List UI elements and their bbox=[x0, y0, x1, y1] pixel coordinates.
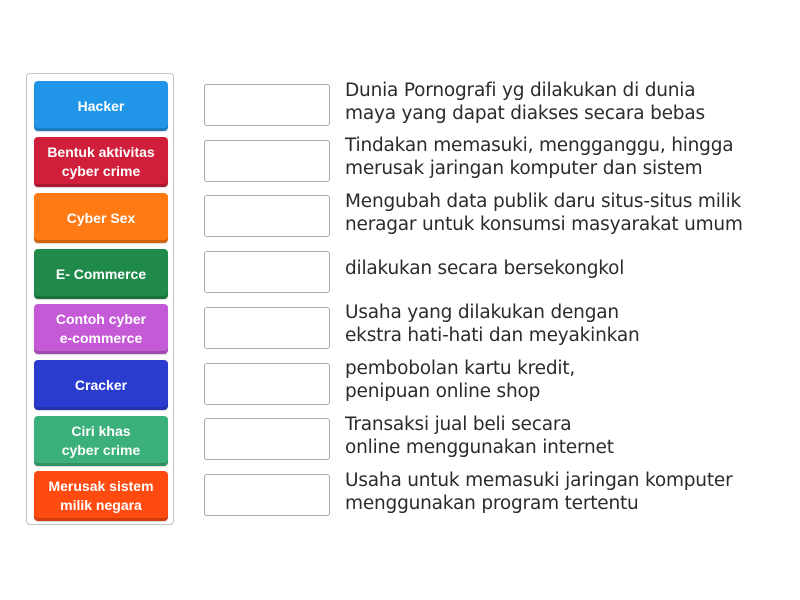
clue-text-5: Usaha yang dilakukan dengan ekstra hati-… bbox=[345, 302, 640, 346]
clue-text-2: Tindakan memasuki, mengganggu, hingga me… bbox=[345, 135, 734, 179]
tile-e-commerce[interactable]: E- Commerce bbox=[34, 249, 168, 299]
drop-slot-7[interactable] bbox=[204, 418, 330, 460]
drop-slot-3[interactable] bbox=[204, 195, 330, 237]
clue-text-1: Dunia Pornografi yg dilakukan di dunia m… bbox=[345, 80, 705, 124]
tile-contoh-cyber-e-commerce[interactable]: Contoh cyber e-commerce bbox=[34, 304, 168, 354]
tile-hacker[interactable]: Hacker bbox=[34, 81, 168, 131]
tile-ciri-khas-cyber-crime[interactable]: Ciri khas cyber crime bbox=[34, 416, 168, 466]
tile-merusak-sistem-milik-negara[interactable]: Merusak sistem milik negara bbox=[34, 471, 168, 521]
clue-text-7: Transaksi jual beli secara online menggu… bbox=[345, 414, 614, 458]
tile-cracker[interactable]: Cracker bbox=[34, 360, 168, 410]
clue-text-6: pembobolan kartu kredit, penipuan online… bbox=[345, 358, 576, 402]
drop-slot-2[interactable] bbox=[204, 140, 330, 182]
tile-bentuk-aktivitas-cyber-crime[interactable]: Bentuk aktivitas cyber crime bbox=[34, 137, 168, 187]
drop-slot-8[interactable] bbox=[204, 474, 330, 516]
tile-cyber-sex[interactable]: Cyber Sex bbox=[34, 193, 168, 243]
clue-text-4: dilakukan secara bersekongkol bbox=[345, 258, 625, 279]
clue-text-3: Mengubah data publik daru situs-situs mi… bbox=[345, 191, 743, 235]
clue-text-8: Usaha untuk memasuki jaringan komputer m… bbox=[345, 470, 733, 514]
answer-tile-tray: Hacker Bentuk aktivitas cyber crime Cybe… bbox=[26, 73, 174, 525]
drop-slot-1[interactable] bbox=[204, 84, 330, 126]
drop-slot-6[interactable] bbox=[204, 363, 330, 405]
drop-slot-4[interactable] bbox=[204, 251, 330, 293]
drop-slot-5[interactable] bbox=[204, 307, 330, 349]
